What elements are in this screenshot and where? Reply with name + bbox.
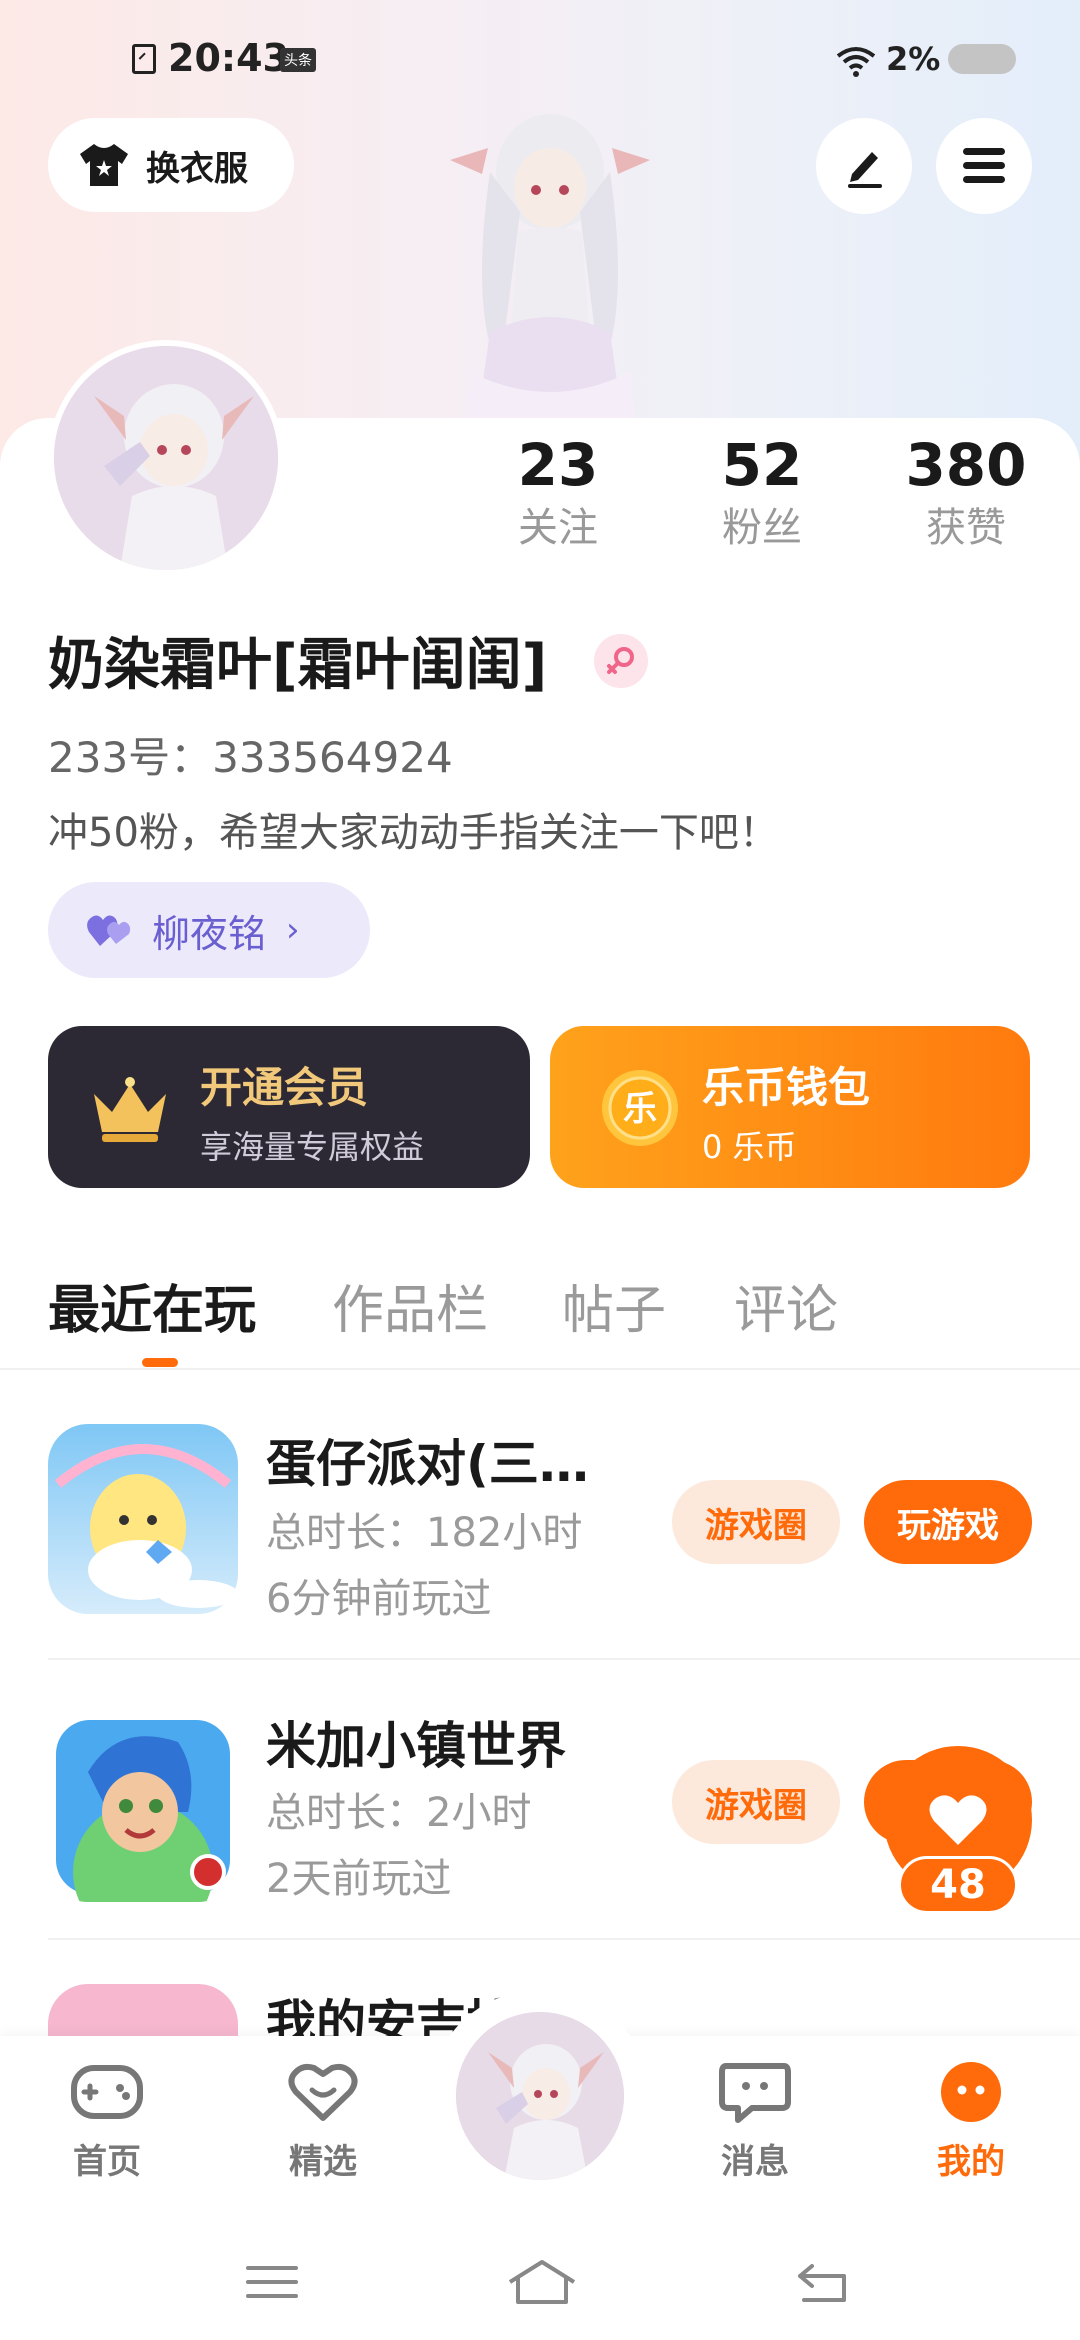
nav-me-label: 我的	[937, 2142, 1005, 2182]
nickname: 奶染霜叶[霜叶闺闺]	[48, 633, 548, 698]
nav-featured[interactable]: 精选	[248, 2060, 398, 2183]
nav-me[interactable]: 我的	[896, 2060, 1046, 2183]
more-menu-button[interactable]	[936, 118, 1032, 214]
avatar-image	[456, 2012, 624, 2180]
avatar[interactable]	[48, 340, 284, 576]
game-icon-miga-town[interactable]	[48, 1712, 238, 1902]
game-circle-button[interactable]: 游戏圈	[672, 1480, 840, 1564]
stat-fans-label: 粉丝	[722, 505, 802, 551]
nav-center-avatar[interactable]	[456, 2012, 624, 2180]
avatar-character-figure	[450, 114, 650, 470]
back-icon[interactable]	[794, 2258, 854, 2306]
stat-following[interactable]: 23 关注	[468, 430, 648, 556]
vip-membership-card[interactable]: 开通会员 享海量专属权益	[48, 1026, 530, 1188]
news-badge: 头条	[280, 48, 316, 72]
user-id: 233号：333564924	[48, 733, 453, 782]
change-outfit-button[interactable]: 换衣服	[48, 118, 294, 212]
like-count: 48	[898, 1856, 1018, 1914]
tab-works[interactable]: 作品栏	[332, 1268, 488, 1343]
wifi-icon	[836, 47, 876, 77]
stat-fans[interactable]: 52 粉丝	[672, 430, 852, 556]
nav-home-label: 首页	[73, 2142, 141, 2182]
coin-char: 乐	[623, 1089, 657, 1129]
vip-title: 开通会员	[200, 1063, 369, 1112]
profile-face-icon	[941, 2062, 1001, 2122]
game-last-played: 2天前玩过	[266, 1856, 452, 1902]
tab-recent[interactable]: 最近在玩	[48, 1268, 256, 1343]
row-divider	[48, 1938, 1080, 1940]
stat-likes[interactable]: 380 获赞	[876, 430, 1056, 556]
heart-icon	[929, 1795, 987, 1845]
wallet-title: 乐币钱包	[702, 1063, 871, 1112]
battery-percent: 2%	[886, 40, 941, 78]
partner-name: 柳夜铭	[152, 911, 267, 956]
game-name: 蛋仔派对(三…	[266, 1435, 589, 1493]
change-outfit-label: 换衣服	[146, 148, 248, 189]
nav-home[interactable]: 首页	[32, 2060, 182, 2183]
status-bar: 20:43 头条 2%	[0, 0, 1080, 120]
status-time: 20:43	[168, 36, 289, 80]
edit-profile-button[interactable]	[816, 118, 912, 214]
tab-posts[interactable]: 帖子	[562, 1268, 666, 1343]
wallet-balance: 0 乐币	[702, 1128, 797, 1166]
game-duration: 总时长：2小时	[266, 1790, 532, 1836]
row-divider	[48, 1658, 1080, 1660]
chat-bubble-icon	[719, 2063, 791, 2123]
floating-like-button[interactable]: 48	[884, 1746, 1032, 1914]
nav-featured-label: 精选	[289, 2142, 357, 2182]
stat-fans-count: 52	[721, 431, 803, 499]
tab-divider	[0, 1368, 1080, 1370]
game-circle-button[interactable]: 游戏圈	[672, 1760, 840, 1844]
nav-messages[interactable]: 消息	[680, 2060, 830, 2183]
gamepad-icon	[71, 2065, 143, 2119]
sim-icon	[132, 44, 156, 74]
wallet-card[interactable]: 乐 乐币钱包 0 乐币	[550, 1026, 1030, 1188]
shirt-icon	[80, 144, 128, 186]
chevron-right-icon: ›	[286, 910, 300, 950]
nav-messages-label: 消息	[721, 2142, 789, 2182]
stat-likes-count: 380	[905, 431, 1027, 499]
tab-indicator	[142, 1358, 178, 1367]
menu-icon	[963, 148, 1005, 183]
stat-likes-label: 获赞	[926, 505, 1006, 551]
heart-outline-icon	[288, 2063, 358, 2121]
game-duration: 总时长：182小时	[266, 1510, 583, 1556]
bio: 冲50粉，希望大家动动手指关注一下吧！	[48, 810, 779, 856]
recent-apps-icon[interactable]	[242, 2258, 302, 2306]
female-gender-icon	[594, 634, 648, 688]
game-name: 米加小镇世界	[266, 1717, 566, 1775]
game-icon-eggy-party[interactable]	[48, 1424, 238, 1614]
play-game-button[interactable]: 玩游戏	[864, 1480, 1032, 1564]
double-heart-icon	[87, 915, 131, 946]
game-last-played: 6分钟前玩过	[266, 1576, 492, 1622]
coin-icon: 乐	[602, 1070, 678, 1146]
battery-icon	[948, 44, 1016, 74]
tab-comments[interactable]: 评论	[734, 1268, 838, 1343]
stat-following-count: 23	[517, 431, 599, 499]
crown-icon	[94, 1077, 166, 1142]
partner-chip[interactable]: 柳夜铭 ›	[48, 882, 370, 978]
stat-following-label: 关注	[518, 505, 598, 551]
home-icon[interactable]	[506, 2258, 578, 2306]
pen-icon	[848, 152, 882, 188]
vip-subtitle: 享海量专属权益	[200, 1128, 425, 1166]
